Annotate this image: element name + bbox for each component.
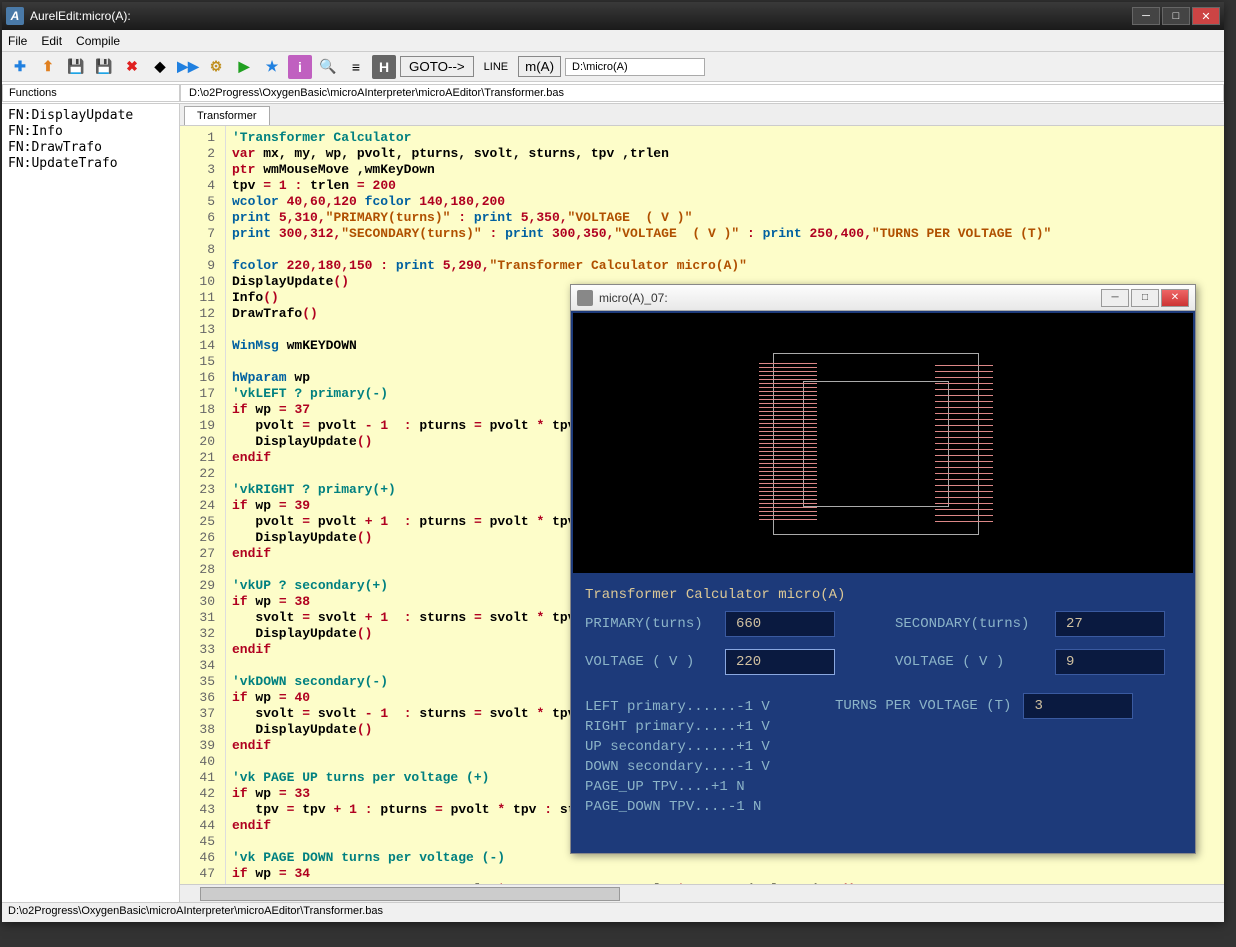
close-button[interactable]: ✕ — [1192, 7, 1220, 25]
tab-transformer[interactable]: Transformer — [184, 106, 270, 125]
menu-compile[interactable]: Compile — [76, 34, 120, 48]
sub-minimize-button[interactable]: ─ — [1101, 289, 1129, 307]
primary-label: PRIMARY(turns) — [585, 614, 705, 634]
scrollbar-thumb[interactable] — [200, 887, 620, 901]
functions-header: Functions — [2, 84, 180, 102]
tab-row: Transformer — [180, 104, 1224, 126]
menu-edit[interactable]: Edit — [41, 34, 62, 48]
info-row: LEFT primary......-1 V — [585, 697, 815, 717]
statusbar: D:\o2Progress\OxygenBasic\microAInterpre… — [2, 902, 1224, 922]
play-fast-icon[interactable]: ▶▶ — [176, 55, 200, 79]
functions-sidebar[interactable]: FN:DisplayUpdate FN:Info FN:DrawTrafo FN… — [2, 104, 180, 902]
colors-icon[interactable]: ◆ — [148, 55, 172, 79]
info-row: RIGHT primary.....+1 V — [585, 717, 815, 737]
horizontal-scrollbar[interactable] — [180, 884, 1224, 902]
function-item[interactable]: FN:UpdateTrafo — [8, 156, 173, 172]
open-file-icon[interactable]: ⬆ — [36, 55, 60, 79]
info-row: PAGE_DOWN TPV....-1 N — [585, 797, 815, 817]
toolbar: ✚ ⬆ 💾 💾 ✖ ◆ ▶▶ ⚙ ▶ ★ i 🔍 ≡ H GOTO--> LIN… — [2, 52, 1224, 82]
goto-button[interactable]: GOTO--> — [400, 56, 474, 77]
line-gutter: 1234567891011121314151617181920212223242… — [180, 126, 226, 884]
gear-icon[interactable]: ⚙ — [204, 55, 228, 79]
menu-file[interactable]: File — [8, 34, 27, 48]
function-item[interactable]: FN:DrawTrafo — [8, 140, 173, 156]
maximize-button[interactable]: □ — [1162, 7, 1190, 25]
primary-winding — [759, 361, 817, 521]
calc-title: Transformer Calculator micro(A) — [585, 585, 1181, 605]
search-icon[interactable]: 🔍 — [316, 55, 340, 79]
calculator-panel: Transformer Calculator micro(A) PRIMARY(… — [571, 575, 1195, 853]
sub-app-icon — [577, 290, 593, 306]
ma-button[interactable]: m(A) — [518, 56, 561, 77]
info-icon[interactable]: i — [288, 55, 312, 79]
line-label: LINE — [478, 59, 514, 75]
sub-maximize-button[interactable]: □ — [1131, 289, 1159, 307]
program-window[interactable]: micro(A)_07: ─ □ ✕ Transformer Calculato… — [570, 284, 1196, 854]
close-file-icon[interactable]: ✖ — [120, 55, 144, 79]
titlebar[interactable]: A AurelEdit:micro(A): ─ □ ✕ — [2, 2, 1224, 30]
file-path: D:\o2Progress\OxygenBasic\microAInterpre… — [180, 84, 1224, 102]
sub-close-button[interactable]: ✕ — [1161, 289, 1189, 307]
voltage2-value: 9 — [1055, 649, 1165, 675]
sub-title: micro(A)_07: — [599, 291, 668, 305]
path-input[interactable]: D:\micro(A) — [565, 58, 705, 76]
list-icon[interactable]: ≡ — [344, 55, 368, 79]
tpv-label: TURNS PER VOLTAGE (T) — [835, 696, 1011, 716]
save-icon[interactable]: 💾 — [64, 55, 88, 79]
tpv-value: 3 — [1023, 693, 1133, 719]
info-row: PAGE_UP TPV....+1 N — [585, 777, 815, 797]
save-as-icon[interactable]: 💾 — [92, 55, 116, 79]
function-item[interactable]: FN:DisplayUpdate — [8, 108, 173, 124]
minimize-button[interactable]: ─ — [1132, 7, 1160, 25]
menubar: File Edit Compile — [2, 30, 1224, 52]
transformer-canvas — [573, 313, 1193, 573]
voltage1-label: VOLTAGE ( V ) — [585, 652, 705, 672]
primary-value: 660 — [725, 611, 835, 637]
secondary-value: 27 — [1055, 611, 1165, 637]
core-inner — [803, 381, 949, 507]
secondary-winding — [935, 361, 993, 523]
new-file-icon[interactable]: ✚ — [8, 55, 32, 79]
secondary-label: SECONDARY(turns) — [895, 614, 1035, 634]
app-icon: A — [6, 7, 24, 25]
voltage2-label: VOLTAGE ( V ) — [895, 652, 1035, 672]
function-item[interactable]: FN:Info — [8, 124, 173, 140]
sub-titlebar[interactable]: micro(A)_07: ─ □ ✕ — [571, 285, 1195, 311]
run-icon[interactable]: ▶ — [232, 55, 256, 79]
star-icon[interactable]: ★ — [260, 55, 284, 79]
window-title: AurelEdit:micro(A): — [30, 9, 1132, 23]
info-row: DOWN secondary....-1 V — [585, 757, 815, 777]
header-row: Functions D:\o2Progress\OxygenBasic\micr… — [2, 82, 1224, 104]
voltage1-value: 220 — [725, 649, 835, 675]
info-row: UP secondary......+1 V — [585, 737, 815, 757]
h-icon[interactable]: H — [372, 55, 396, 79]
